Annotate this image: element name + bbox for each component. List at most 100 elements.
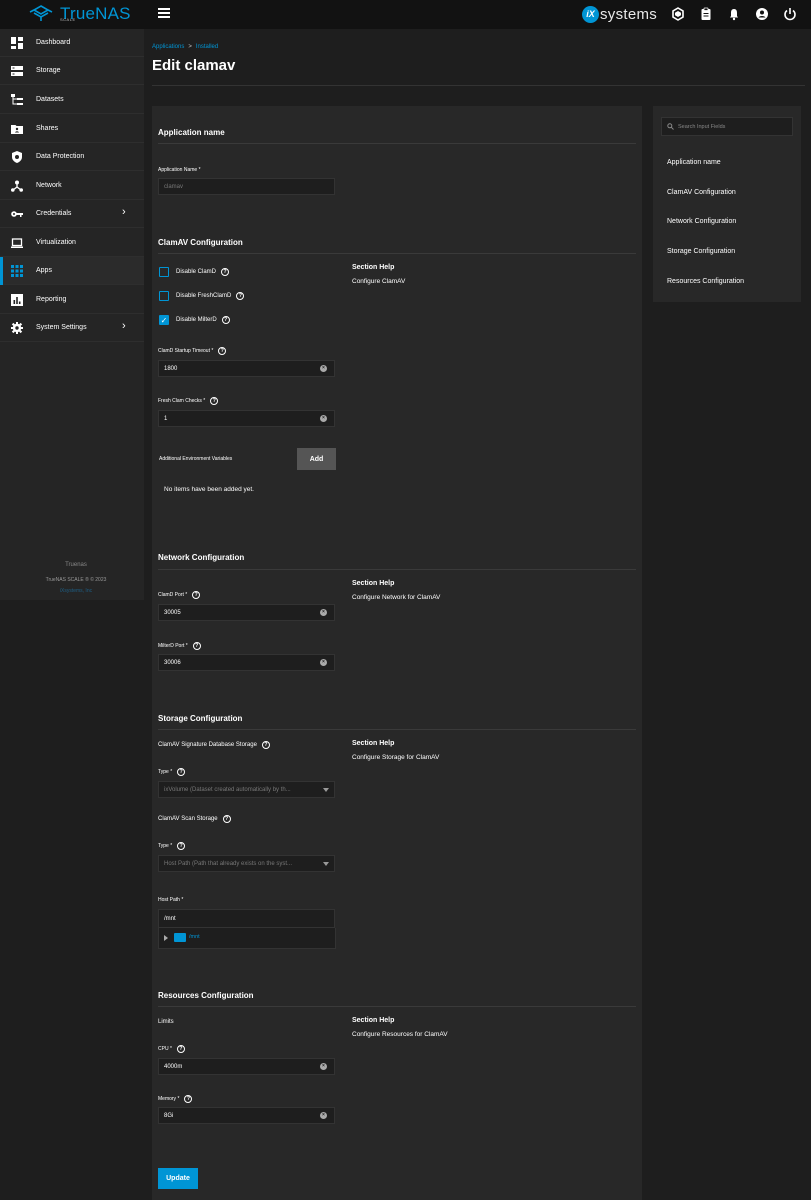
truecommand-icon[interactable] [671,7,685,21]
label-text: MilterD Port * [158,643,188,649]
application-name-label: Application Name * [158,167,201,173]
limits-label: Limits [158,1019,174,1025]
cpu-field[interactable]: 4000m × [158,1058,335,1075]
truenas-logo[interactable]: TrueNAS [28,4,131,22]
power-icon[interactable] [783,7,797,21]
help-icon[interactable]: ? [222,815,231,823]
nav-link-clamav-configuration[interactable]: ClamAV Configuration [667,189,736,196]
section-title-clamav: ClamAV Configuration [158,238,243,247]
milterd-port-field[interactable]: 30006 × [158,654,335,671]
clipboard-icon[interactable] [699,7,713,21]
nav-link-resources-configuration[interactable]: Resources Configuration [667,278,744,285]
clear-icon[interactable]: × [320,659,327,666]
help-icon[interactable]: ? [177,768,186,776]
sidebar-item-data-protection[interactable]: Data Protection [0,143,144,171]
sidebar-item-reporting[interactable]: Reporting [0,286,144,314]
sidebar-item-network[interactable]: Network [0,172,144,200]
sidebar-item-label: Dashboard [36,39,71,46]
clamd-port-field[interactable]: 30005 × [158,604,335,621]
menu-toggle-icon[interactable] [158,8,170,20]
help-icon[interactable]: ? [210,397,219,405]
sig-db-type-label: Type * ? [158,768,186,776]
clear-icon[interactable]: × [320,1063,327,1070]
clear-icon[interactable]: × [320,609,327,616]
sidebar-item-dashboard[interactable]: Dashboard [0,29,144,57]
disable-clamd-checkbox[interactable]: Disable ClamD ? [159,267,230,277]
sidebar-item-label: Datasets [36,96,64,103]
nav-link-network-configuration[interactable]: Network Configuration [667,218,736,225]
scan-type-select[interactable]: Host Path (Path that already exists on t… [158,855,335,872]
expand-arrow-icon[interactable] [164,935,168,941]
sig-db-type-select[interactable]: ixVolume (Dataset created automatically … [158,781,335,798]
host-path-field[interactable]: /mnt [158,909,335,928]
account-icon[interactable] [755,7,769,21]
help-icon[interactable]: ? [261,741,270,749]
sidebar-item-label: System Settings [36,324,87,331]
select-value: Host Path (Path that already exists on t… [164,860,293,867]
help-icon[interactable]: ? [177,842,186,850]
sidebar-item-system-settings[interactable]: System Settings › [0,314,144,342]
breadcrumb-applications[interactable]: Applications [152,44,184,50]
sidebar-item-credentials[interactable]: Credentials › [0,200,144,228]
ixsystems-logo[interactable]: iX systems [582,6,657,23]
disable-milterd-checkbox[interactable]: ✓ Disable MilterD ? [159,315,230,325]
section-title-storage: Storage Configuration [158,714,243,723]
dropdown-arrow-icon [323,862,329,866]
disable-freshclamd-checkbox[interactable]: Disable FreshClamD ? [159,291,245,301]
checkbox-unchecked-icon [159,291,169,301]
sidebar-item-label: Network [36,182,62,189]
section-help-title: Section Help [352,264,395,271]
sidebar-item-datasets[interactable]: Datasets [0,86,144,114]
breadcrumb-separator: > [188,44,192,50]
storage-icon [11,65,23,76]
scan-storage-label: ClamAV Scan Storage ? [158,815,231,823]
clear-icon[interactable]: × [320,415,327,422]
directory-tree[interactable]: /mnt [158,928,336,949]
divider [152,85,805,86]
application-name-field[interactable]: clamav [158,178,335,195]
help-icon[interactable]: ? [176,1045,185,1053]
clear-icon[interactable]: × [320,1112,327,1119]
breadcrumb: Applications > Installed [152,44,218,50]
sidebar-item-label: Virtualization [36,239,76,246]
sidebar-item-shares[interactable]: Shares [0,115,144,143]
checkbox-label: Disable FreshClamD [176,293,232,299]
field-value: 30006 [164,659,181,666]
nav-link-application-name[interactable]: Application name [667,159,721,166]
search-input-fields[interactable]: Search Input Fields [661,117,793,136]
shares-icon [11,124,23,134]
section-help-text: Configure Network for ClamAV [352,594,441,601]
footer-company-link[interactable]: iXsystems, Inc [0,588,152,594]
help-icon[interactable]: ? [221,316,230,324]
bell-icon[interactable] [727,7,741,21]
signature-db-storage-label: ClamAV Signature Database Storage ? [158,741,270,749]
update-button[interactable]: Update [158,1168,198,1189]
nav-link-storage-configuration[interactable]: Storage Configuration [667,248,735,255]
env-vars-label: Additional Environment Variables [159,456,233,462]
clear-icon[interactable]: × [320,365,327,372]
label-text: Memory * [158,1096,180,1102]
milterd-port-label: MilterD Port * ? [158,642,201,650]
network-icon [11,180,23,192]
label-text: ClamAV Scan Storage [158,816,218,822]
help-icon[interactable]: ? [192,591,201,599]
add-env-var-button[interactable]: Add [297,448,336,470]
field-value: 8Gi [164,1112,174,1119]
sidebar-item-virtualization[interactable]: Virtualization [0,229,144,257]
scan-type-label: Type * ? [158,842,186,850]
help-icon[interactable]: ? [218,347,227,355]
memory-field[interactable]: 8Gi × [158,1107,335,1124]
clamd-startup-timeout-field[interactable]: 1800 × [158,360,335,377]
breadcrumb-installed[interactable]: Installed [196,44,218,50]
help-icon[interactable]: ? [221,268,230,276]
sidebar-item-apps[interactable]: Apps [0,257,144,285]
truenas-logo-icon [29,5,53,21]
help-icon[interactable]: ? [184,1095,193,1103]
help-icon[interactable]: ? [192,642,201,650]
fresh-clam-checks-field[interactable]: 1 × [158,410,335,427]
tree-node-label[interactable]: /mnt [189,934,200,940]
checkbox-label: Disable MilterD [176,317,217,323]
select-value: ixVolume (Dataset created automatically … [164,786,291,793]
help-icon[interactable]: ? [236,292,245,300]
sidebar-item-storage[interactable]: Storage [0,57,144,85]
